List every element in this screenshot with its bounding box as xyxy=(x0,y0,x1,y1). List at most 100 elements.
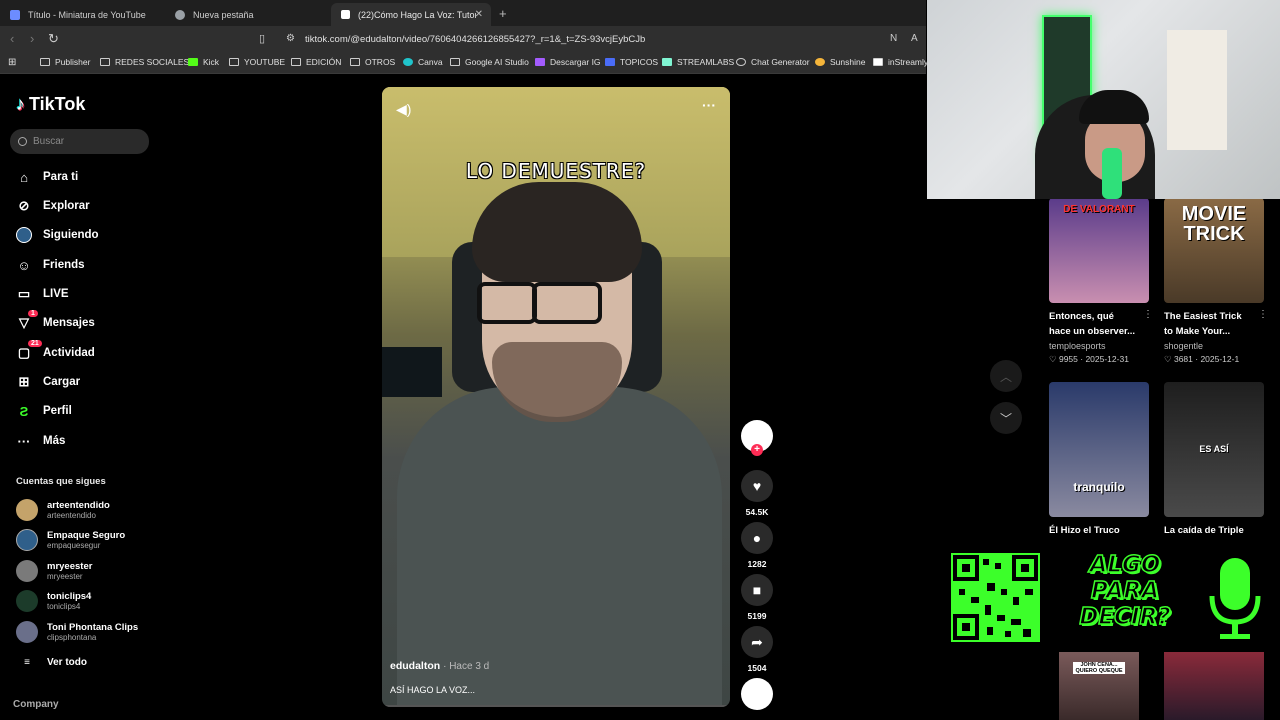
folder-icon xyxy=(229,58,239,66)
qr-code-icon xyxy=(951,553,1040,642)
nav-cargar[interactable]: ⊞ Cargar xyxy=(16,374,81,390)
shield-icon xyxy=(175,9,185,20)
avatar xyxy=(16,590,38,612)
bookmark-instreamly[interactable]: inStreamly xyxy=(873,57,928,67)
following-account[interactable]: mryeester mryeester xyxy=(16,560,92,582)
bookmark-kick[interactable]: Kick xyxy=(188,57,219,67)
bookmark-edicion[interactable]: EDICIÓN xyxy=(291,57,341,67)
comment-count: 1282 xyxy=(747,559,767,569)
webcam-background xyxy=(1167,30,1227,150)
bookmark-canva[interactable]: Canva xyxy=(403,57,443,67)
recommended-video-card[interactable]: ES ASÍ La caída de Triple xyxy=(1164,382,1264,538)
nav-friends[interactable]: ☺ Friends xyxy=(16,257,84,273)
bookmark-redes-sociales[interactable]: REDES SOCIALES xyxy=(100,57,189,67)
nav-perfil[interactable]: Ƨ Perfil xyxy=(16,403,72,419)
apps-grid-icon[interactable]: ⊞ xyxy=(8,57,16,68)
no-translate-icon[interactable]: N xyxy=(890,33,897,44)
following-avatar-icon xyxy=(16,227,32,243)
browser-tab-bar: Título - Miniatura de YouTube Nueva pest… xyxy=(0,0,926,26)
nav-actividad[interactable]: ▢ 21 Actividad xyxy=(16,340,95,361)
music-disc-avatar[interactable] xyxy=(741,678,773,710)
video-player[interactable]: LO DEMUESTRE? ◀) ··· edudalton · Hace 3 … xyxy=(382,87,730,707)
share-count: 1504 xyxy=(747,663,767,673)
video-progress-bar[interactable] xyxy=(384,705,728,707)
site-info-icon[interactable]: ⚙ xyxy=(286,33,295,44)
more-options-icon[interactable]: ⋮ xyxy=(1143,309,1153,320)
search-input[interactable]: Buscar xyxy=(10,129,149,154)
following-account[interactable]: arteentendido arteentendido xyxy=(16,499,110,521)
bookmark-icon[interactable]: ▯ xyxy=(259,32,265,45)
following-account[interactable]: toniclips4 toniclips4 xyxy=(16,590,91,612)
video-thumbnail[interactable] xyxy=(1164,652,1264,720)
video-author[interactable]: edudalton · Hace 3 d xyxy=(390,660,489,672)
home-icon: ⌂ xyxy=(20,169,28,185)
bookmark-streamlabs[interactable]: STREAMLABS xyxy=(662,57,734,67)
recommended-video-card[interactable]: tranquilo Él Hizo el Truco xyxy=(1049,382,1149,538)
download-icon xyxy=(535,58,545,66)
url-field[interactable]: tiktok.com/@edudalton/video/760640426612… xyxy=(305,34,645,45)
nav-mas[interactable]: ··· Más xyxy=(16,433,66,449)
tiktok-logo[interactable]: ♪ TikTok xyxy=(16,94,85,115)
folder-icon xyxy=(100,58,110,66)
activity-icon: ▢ 21 xyxy=(16,340,42,361)
nav-explorar[interactable]: ⊘ Explorar xyxy=(16,198,90,214)
bookmark-icon: ■ xyxy=(741,574,773,606)
upload-icon: ⊞ xyxy=(18,374,30,389)
video-thumbnail: DE VALORANT xyxy=(1049,198,1149,303)
doc-icon xyxy=(605,58,615,66)
recommended-video-card[interactable]: DE VALORANT Entonces, qué hace un observ… xyxy=(1049,198,1153,365)
microphone-icon xyxy=(1208,558,1262,642)
share-button[interactable]: ➦ 1504 xyxy=(741,626,773,673)
follow-button[interactable]: + xyxy=(751,444,763,456)
like-button[interactable]: ♥ 54.5K xyxy=(741,470,773,517)
more-options-icon[interactable]: ⋮ xyxy=(1258,309,1268,320)
video-frame-detail xyxy=(382,347,442,397)
comment-button[interactable]: ● 1282 xyxy=(741,522,773,569)
volume-icon[interactable]: ◀) xyxy=(396,101,411,118)
bookmark-sunshine[interactable]: Sunshine xyxy=(815,57,865,67)
video-thumbnail[interactable]: JOHN CENA... QUIERO QUEQUE xyxy=(1059,652,1139,720)
bookmark-chat-generator[interactable]: Chat Generator xyxy=(736,57,810,67)
close-tab-icon[interactable]: ✕ xyxy=(475,9,483,20)
nav-para-ti[interactable]: ⌂ Para ti xyxy=(16,169,78,185)
bookmark-topicos[interactable]: TOPICOS xyxy=(605,57,658,67)
tab-youtube-thumbnail[interactable]: Título - Miniatura de YouTube xyxy=(0,3,165,26)
streamer-webcam xyxy=(927,0,1280,199)
previous-video-button[interactable]: ︿ xyxy=(990,360,1022,392)
more-options-icon[interactable]: ··· xyxy=(702,97,716,113)
bookmark-publisher[interactable]: Publisher xyxy=(40,57,90,67)
search-icon xyxy=(18,137,27,146)
forward-arrow-icon[interactable]: › xyxy=(30,31,34,46)
nav-siguiendo[interactable]: Siguiendo xyxy=(16,227,99,243)
instreamly-icon xyxy=(873,58,883,66)
save-count: 5199 xyxy=(747,611,767,621)
bookmark-otros[interactable]: OTROS xyxy=(350,57,395,67)
canva-icon xyxy=(403,58,413,66)
new-tab-button[interactable]: + xyxy=(499,6,507,21)
recommended-video-card[interactable]: MOVIE TRICK The Easiest Trick to Make Yo… xyxy=(1164,198,1268,365)
video-description: ASÍ HAGO LA VOZ... xyxy=(390,685,476,695)
tab-tiktok-video[interactable]: (22)Cómo Hago La Voz: Tutorial ✕ xyxy=(331,3,491,26)
back-arrow-icon[interactable]: ‹ xyxy=(10,31,14,46)
tab-title: Título - Miniatura de YouTube xyxy=(28,9,146,20)
following-account[interactable]: Toni Phontana Clips clipsphontana xyxy=(16,621,138,643)
reload-icon[interactable]: ↻ xyxy=(48,31,59,47)
folder-icon xyxy=(40,58,50,66)
tab-new-tab[interactable]: Nueva pestaña xyxy=(165,3,330,26)
list-icon: ≡ xyxy=(24,657,30,668)
nav-mensajes[interactable]: ▽ 1 Mensajes xyxy=(16,310,95,331)
bookmarks-bar: ⊞ Publisher REDES SOCIALES Kick YOUTUBE … xyxy=(0,52,928,74)
share-icon: ➦ xyxy=(741,626,773,658)
company-link[interactable]: Company xyxy=(13,699,59,710)
nav-live[interactable]: ▭ LIVE xyxy=(16,286,69,302)
next-video-button[interactable]: ﹀ xyxy=(990,402,1022,434)
translate-icon[interactable]: A xyxy=(911,33,918,44)
video-thumbnail: ES ASÍ xyxy=(1164,382,1264,517)
bookmark-google-ai-studio[interactable]: Google AI Studio xyxy=(450,57,529,67)
following-account[interactable]: Empaque Seguro empaquesegur xyxy=(16,529,125,551)
following-section-title: Cuentas que sigues xyxy=(16,476,106,487)
bookmark-youtube[interactable]: YOUTUBE xyxy=(229,57,285,67)
save-button[interactable]: ■ 5199 xyxy=(741,574,773,621)
see-all-link[interactable]: ≡ Ver todo xyxy=(16,657,87,668)
bookmark-descargar-ig[interactable]: Descargar IG xyxy=(535,57,601,67)
